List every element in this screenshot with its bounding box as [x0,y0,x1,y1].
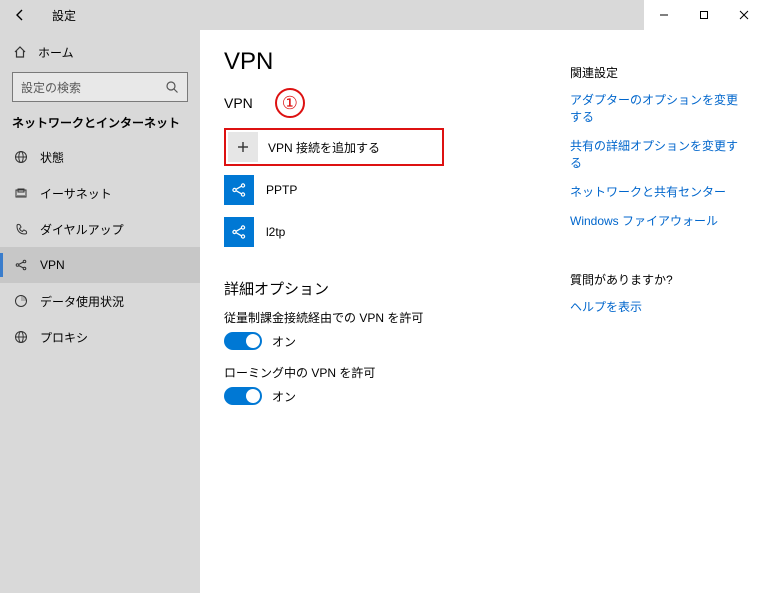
vpn-connection-icon [224,217,254,247]
content: VPN VPN ① VPN 接続を追加する PPTP [200,30,764,593]
sidebar-item-label: プロキシ [40,329,88,346]
link-network-sharing-center[interactable]: ネットワークと共有センター [570,183,740,200]
add-vpn-button[interactable]: VPN 接続を追加する [224,128,444,166]
sidebar-item-label: ダイヤルアップ [40,221,124,238]
sidebar-item-vpn[interactable]: VPN [0,247,200,283]
dialup-icon [12,222,30,236]
sidebar: ホーム 設定の検索 ネットワークとインターネット 状態 イーサネット [0,30,200,593]
sidebar-home-label: ホーム [38,44,74,61]
toggle-state: オン [272,333,296,350]
section-head-vpn: VPN [224,95,253,111]
link-show-help[interactable]: ヘルプを表示 [570,298,740,315]
sidebar-section-head: ネットワークとインターネット [0,114,200,131]
related-settings-pane: 関連設定 アダプターのオプションを変更する 共有の詳細オプションを変更する ネッ… [570,48,740,593]
vpn-connection-l2tp[interactable]: l2tp [224,214,570,250]
toggle-metered-vpn[interactable] [224,332,262,350]
plus-icon [228,132,258,162]
titlebar: 設定 [0,0,764,30]
toggle-state: オン [272,388,296,405]
link-sharing-options[interactable]: 共有の詳細オプションを変更する [570,137,740,171]
sidebar-item-label: イーサネット [40,185,112,202]
toggle-roaming-vpn[interactable] [224,387,262,405]
help-head: 質問がありますか? [570,271,740,288]
minimize-button[interactable] [644,0,684,30]
sidebar-item-label: 状態 [40,149,64,166]
data-usage-icon [12,294,30,308]
link-windows-firewall[interactable]: Windows ファイアウォール [570,212,740,229]
vpn-connection-pptp[interactable]: PPTP [224,172,570,208]
option-roaming-vpn: ローミング中の VPN を許可 オン [224,364,570,405]
search-input[interactable]: 設定の検索 [12,72,188,102]
vpn-connection-label: PPTP [266,183,297,197]
maximize-button[interactable] [684,0,724,30]
vpn-connection-icon [224,175,254,205]
settings-window: 設定 ホーム 設定の検索 [0,0,764,593]
status-icon [12,150,30,164]
annotation-marker-1: ① [275,88,305,118]
sidebar-item-data-usage[interactable]: データ使用状況 [0,283,200,319]
related-head: 関連設定 [570,64,740,81]
option-label: ローミング中の VPN を許可 [224,364,570,381]
sidebar-item-ethernet[interactable]: イーサネット [0,175,200,211]
add-vpn-label: VPN 接続を追加する [268,139,380,156]
page-title: VPN [224,48,570,76]
home-icon [12,45,28,59]
sidebar-item-dialup[interactable]: ダイヤルアップ [0,211,200,247]
sidebar-item-label: データ使用状況 [40,293,124,310]
sidebar-item-label: VPN [40,258,65,272]
sidebar-item-proxy[interactable]: プロキシ [0,319,200,355]
back-button[interactable] [6,1,34,29]
option-label: 従量制課金接続経由での VPN を許可 [224,309,570,326]
proxy-icon [12,330,30,344]
vpn-connection-label: l2tp [266,225,285,239]
close-button[interactable] [724,0,764,30]
sidebar-item-status[interactable]: 状態 [0,139,200,175]
ethernet-icon [12,186,30,200]
section-head-advanced: 詳細オプション [224,278,570,299]
sidebar-home[interactable]: ホーム [0,36,200,68]
app-title: 設定 [52,7,76,24]
link-adapter-options[interactable]: アダプターのオプションを変更する [570,91,740,125]
search-placeholder: 設定の検索 [21,79,81,96]
option-metered-vpn: 従量制課金接続経由での VPN を許可 オン [224,309,570,350]
main-column: VPN VPN ① VPN 接続を追加する PPTP [224,48,570,593]
search-icon [165,80,179,94]
vpn-icon [12,258,30,272]
